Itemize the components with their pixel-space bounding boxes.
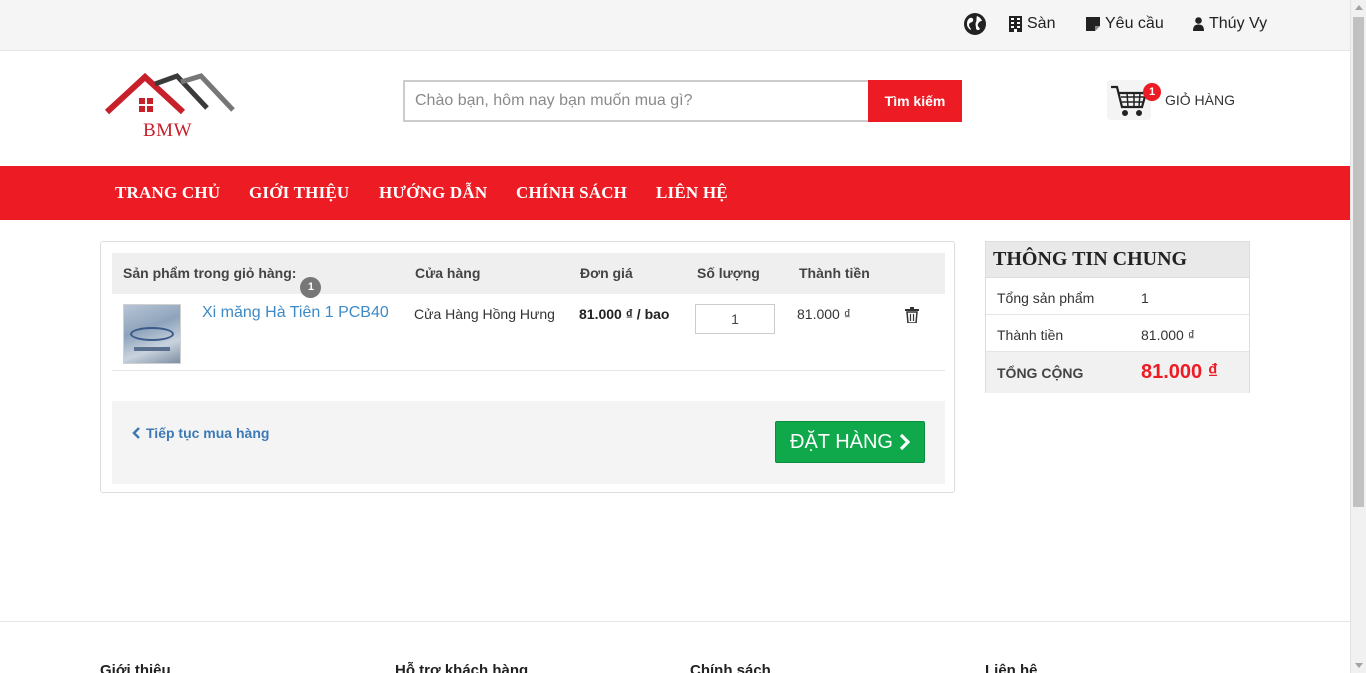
- site-footer: Giới thiệu Hỗ trợ khách hàng Chính sách …: [0, 621, 1350, 673]
- col-unit-price: Đơn giá: [580, 265, 633, 281]
- note-icon: [1086, 17, 1100, 31]
- grand-total-value: 81.000 ₫: [1141, 361, 1218, 383]
- summary-grand-total: TỔNG CỘNG 81.000 ₫: [986, 352, 1249, 393]
- search-button[interactable]: Tìm kiếm: [868, 80, 962, 122]
- nav-item-policy[interactable]: CHÍNH SÁCH: [516, 183, 627, 203]
- cart-label: GIỎ HÀNG: [1165, 92, 1236, 108]
- cart-actions: Tiếp tục mua hàng ĐẶT HÀNG: [112, 401, 945, 484]
- nav-item-guide[interactable]: HƯỚNG DẪN: [379, 183, 487, 203]
- product-image-logo: [130, 327, 174, 341]
- cart-icon-wrap: 1: [1107, 80, 1161, 120]
- product-shop: Cửa Hàng Hồng Hưng: [414, 306, 555, 322]
- col-products: Sản phẩm trong giỏ hàng: 1: [123, 265, 322, 298]
- product-line-total: 81.000 ₫: [797, 306, 851, 322]
- col-total: Thành tiền: [799, 265, 870, 281]
- topbar-link-label: Yêu cầu: [1105, 15, 1164, 32]
- building-icon: [1009, 16, 1022, 32]
- col-products-label: Sản phẩm trong giỏ hàng:: [123, 265, 297, 281]
- summary-label: Tổng sản phẩm: [997, 290, 1095, 306]
- scrollbar-thumb[interactable]: [1353, 17, 1364, 507]
- order-summary: THÔNG TIN CHUNG Tổng sản phẩm 1 Thành ti…: [985, 241, 1250, 393]
- scroll-down-icon[interactable]: [1355, 663, 1363, 668]
- user-icon: [1193, 17, 1204, 31]
- product-image-text: [134, 347, 170, 351]
- search-bar: Tìm kiếm: [403, 80, 962, 122]
- footer-heading-support: Hỗ trợ khách hàng: [395, 662, 529, 673]
- topbar-link-account[interactable]: Thúy Vy: [1193, 15, 1267, 33]
- cart-panel: Sản phẩm trong giỏ hàng: 1 Cửa hàng Đơn …: [100, 241, 955, 493]
- cart-count-badge: 1: [1143, 83, 1161, 101]
- col-shop: Cửa hàng: [415, 265, 481, 281]
- search-input[interactable]: [405, 82, 868, 120]
- place-order-label: ĐẶT HÀNG: [790, 430, 893, 453]
- quantity-input[interactable]: [695, 304, 775, 334]
- summary-value: 1: [1141, 290, 1149, 306]
- continue-shopping-label: Tiếp tục mua hàng: [146, 425, 270, 441]
- summary-value: 81.000 ₫: [1141, 327, 1195, 343]
- logo-text: BMW: [143, 120, 192, 141]
- nav-item-contact[interactable]: LIÊN HỆ: [656, 183, 728, 203]
- scroll-up-icon[interactable]: [1355, 5, 1363, 10]
- chevron-right-icon: [899, 434, 910, 450]
- col-quantity: Số lượng: [697, 265, 760, 281]
- main-nav: TRANG CHỦ GIỚI THIỆU HƯỚNG DẪN CHÍNH SÁC…: [0, 166, 1350, 220]
- topbar-link-san[interactable]: Sàn: [1009, 15, 1055, 33]
- table-row: Xi măng Hà Tiên 1 PCB40 Cửa Hàng Hồng Hư…: [112, 294, 945, 371]
- page-scrollbar[interactable]: [1350, 0, 1366, 673]
- chevron-left-icon: [132, 427, 140, 439]
- trash-icon[interactable]: [905, 307, 919, 323]
- summary-title: THÔNG TIN CHUNG: [986, 242, 1249, 278]
- product-image[interactable]: [123, 304, 181, 364]
- footer-heading-contact: Liên hệ: [985, 662, 1038, 673]
- nav-item-home[interactable]: TRANG CHỦ: [115, 183, 220, 203]
- topbar-link-label: Thúy Vy: [1209, 15, 1268, 32]
- product-name-link[interactable]: Xi măng Hà Tiên 1 PCB40: [202, 304, 389, 322]
- cart-link[interactable]: 1 GIỎ HÀNG: [1107, 80, 1235, 120]
- topbar-link-yeu-cau[interactable]: Yêu cầu: [1086, 15, 1164, 33]
- summary-row: Tổng sản phẩm 1: [986, 278, 1249, 315]
- footer-heading-policy: Chính sách: [690, 662, 771, 673]
- cart-table-header: Sản phẩm trong giỏ hàng: 1 Cửa hàng Đơn …: [112, 253, 945, 298]
- summary-label: Thành tiền: [997, 327, 1064, 343]
- place-order-button[interactable]: ĐẶT HÀNG: [775, 421, 925, 463]
- globe-icon[interactable]: [963, 12, 987, 36]
- product-unit-price: 81.000 ₫ / bao: [579, 306, 670, 322]
- nav-item-about[interactable]: GIỚI THIỆU: [249, 183, 349, 203]
- topbar-link-label: Sàn: [1027, 15, 1056, 32]
- continue-shopping-link[interactable]: Tiếp tục mua hàng: [132, 425, 269, 441]
- summary-row: Thành tiền 81.000 ₫: [986, 315, 1249, 352]
- grand-total-label: TỔNG CỘNG: [997, 365, 1084, 381]
- footer-heading-about: Giới thiệu: [100, 662, 171, 673]
- top-bar: Sàn Yêu cầu Thúy Vy: [0, 0, 1350, 51]
